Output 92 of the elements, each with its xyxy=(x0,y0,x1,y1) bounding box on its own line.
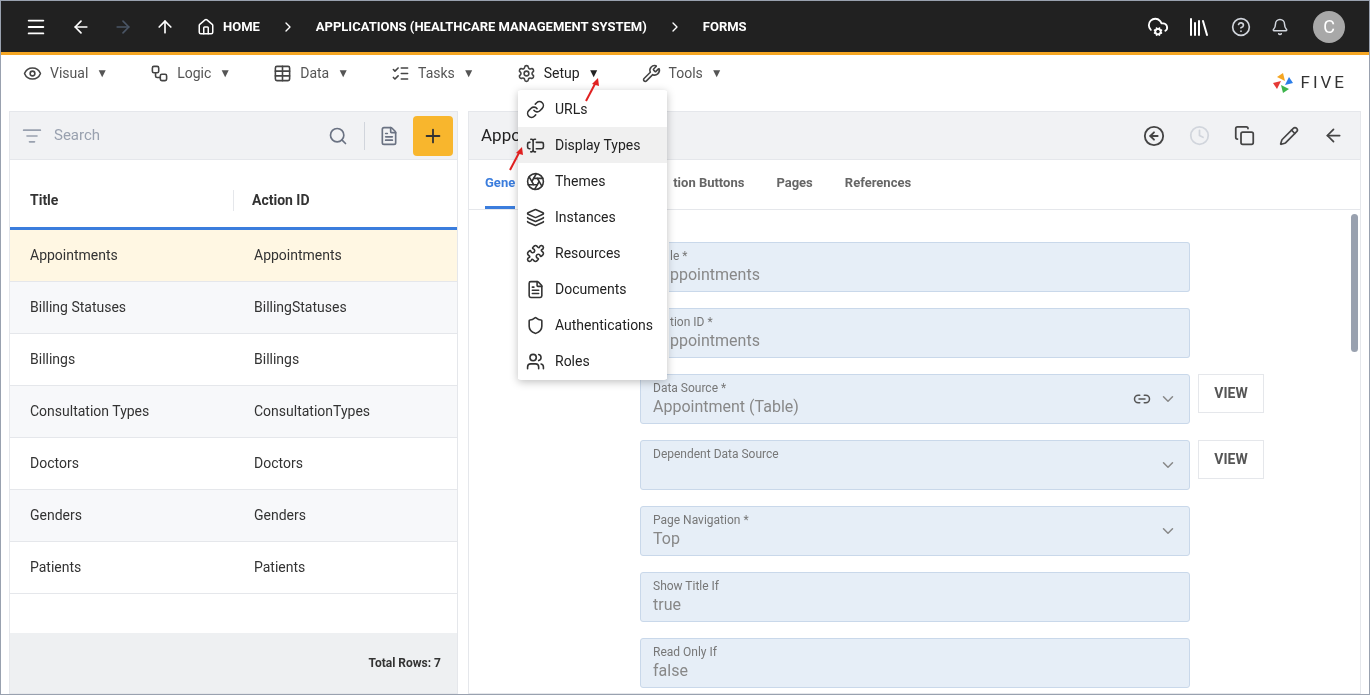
table-row[interactable]: Billing Statuses BillingStatuses xyxy=(10,282,457,334)
toolbar-menu[interactable]: Tasks ▼ xyxy=(391,62,475,84)
tab[interactable]: References xyxy=(844,159,912,209)
table-row[interactable]: Consultation Types ConsultationTypes xyxy=(10,386,457,438)
menu-item[interactable]: Authentications xyxy=(518,307,667,343)
field-value: Appointment (Table) xyxy=(653,396,800,418)
tab[interactable]: Pages xyxy=(776,159,813,209)
field-value: ppointments xyxy=(670,264,761,286)
text-cursor-icon xyxy=(526,135,545,155)
add-button[interactable] xyxy=(413,115,453,156)
table-cell-text: Genders xyxy=(253,506,306,525)
annotation-arrow xyxy=(508,147,524,171)
toolbar-menu[interactable]: Data ▼ xyxy=(273,62,350,84)
field-value: false xyxy=(653,660,689,682)
table-row[interactable]: Genders Genders xyxy=(10,490,457,542)
table-cell-text: Appointments xyxy=(253,246,342,265)
table-cell-text: Patients xyxy=(253,558,306,577)
bell-icon[interactable] xyxy=(1271,17,1289,36)
view-button[interactable]: VIEW xyxy=(1198,374,1264,413)
edit-icon[interactable] xyxy=(1279,125,1299,146)
cloud-icon[interactable] xyxy=(1147,15,1169,38)
search-input[interactable]: Search xyxy=(54,124,328,147)
home-icon[interactable] xyxy=(197,17,215,36)
users-icon xyxy=(526,351,545,371)
workflow-icon xyxy=(150,63,170,83)
search-field[interactable]: Search xyxy=(10,112,457,160)
field-value: ppointments xyxy=(670,330,761,352)
aperture-icon xyxy=(526,171,545,191)
table-cell-text: Patients xyxy=(29,558,83,577)
table-cell-text: Genders xyxy=(29,506,83,525)
input-field[interactable]: Read Only If false xyxy=(640,638,1190,688)
annotation-arrow xyxy=(584,78,600,102)
field-label: Data Source * xyxy=(653,380,728,396)
view-button[interactable]: VIEW xyxy=(1198,440,1264,479)
menu-item[interactable]: Instances xyxy=(518,199,667,235)
field-value: true xyxy=(653,594,682,616)
field-label: le * xyxy=(670,248,689,264)
total-rows: Total Rows: 7 xyxy=(368,654,441,672)
tab[interactable]: tion Buttons xyxy=(673,159,745,209)
select-field[interactable]: Page Navigation * Top xyxy=(640,506,1190,556)
table-cell-text: Billing Statuses xyxy=(29,298,128,317)
breadcrumb-link[interactable]: FORMS xyxy=(702,16,747,37)
field-label: tion ID * xyxy=(670,314,714,330)
table-cell-text: Consultation Types xyxy=(29,402,151,421)
tab[interactable]: Gene xyxy=(485,159,516,209)
table-cell-text: BillingStatuses xyxy=(253,298,347,317)
revert-icon[interactable] xyxy=(1143,124,1165,147)
copy-icon[interactable] xyxy=(1234,125,1255,146)
shield-icon xyxy=(526,315,545,335)
wrench-icon xyxy=(641,63,661,83)
table-icon xyxy=(273,63,293,83)
column-header[interactable]: Action ID xyxy=(234,190,310,211)
menu-item[interactable]: Roles xyxy=(518,343,667,379)
breadcrumb-link[interactable]: APPLICATIONS (HEALTHCARE MANAGEMENT SYSTEM) xyxy=(315,16,647,37)
logo-text: FIVE xyxy=(1300,71,1347,95)
toolbar-menu[interactable]: Tools ▼ xyxy=(641,62,723,84)
input-field[interactable]: le * ppointments xyxy=(669,242,1190,292)
toolbar-menu[interactable]: Setup ▼ xyxy=(516,62,600,84)
table-row[interactable]: Appointments Appointments xyxy=(10,230,457,282)
table-cell-text: Appointments xyxy=(29,246,119,265)
document-icon[interactable] xyxy=(379,125,399,146)
menu-item[interactable]: Resources xyxy=(518,235,667,271)
table-cell-text: Doctors xyxy=(29,454,80,473)
menu-item[interactable]: Documents xyxy=(518,271,667,307)
input-field[interactable]: tion ID * ppointments xyxy=(669,308,1190,358)
breadcrumb-link[interactable]: HOME xyxy=(223,16,260,37)
field-label: Page Navigation * xyxy=(653,512,750,528)
link-icon xyxy=(526,99,545,119)
field-label: Show Title If xyxy=(653,578,721,594)
layers-icon xyxy=(526,207,545,227)
document-icon xyxy=(526,279,545,299)
toolbar-menu[interactable]: Logic ▼ xyxy=(150,62,232,84)
logo-icon xyxy=(1272,72,1295,94)
puzzle-icon xyxy=(526,243,545,263)
toolbar-menu[interactable]: Visual ▼ xyxy=(23,62,109,84)
menu-item[interactable]: Display Types xyxy=(518,127,667,163)
table-cell-text: ConsultationTypes xyxy=(253,402,371,421)
table-cell-text: Billings xyxy=(29,350,77,369)
select-field[interactable]: Dependent Data Source xyxy=(640,440,1190,490)
help-icon[interactable] xyxy=(1231,16,1251,37)
table-cell-text: Doctors xyxy=(253,454,303,473)
settings-icon xyxy=(516,63,536,83)
column-header[interactable]: Title xyxy=(10,190,234,211)
select-field[interactable]: Data Source * Appointment (Table) xyxy=(640,374,1190,424)
menu-item[interactable]: URLs xyxy=(518,91,667,127)
table-cell-text: Billings xyxy=(253,350,300,369)
search-icon[interactable] xyxy=(328,125,348,146)
field-label: Dependent Data Source xyxy=(653,446,780,462)
input-field[interactable]: Show Title If true xyxy=(640,572,1190,622)
field-value: Top xyxy=(653,528,681,550)
menu-item[interactable]: Themes xyxy=(518,163,667,199)
field-label: Read Only If xyxy=(653,644,718,660)
